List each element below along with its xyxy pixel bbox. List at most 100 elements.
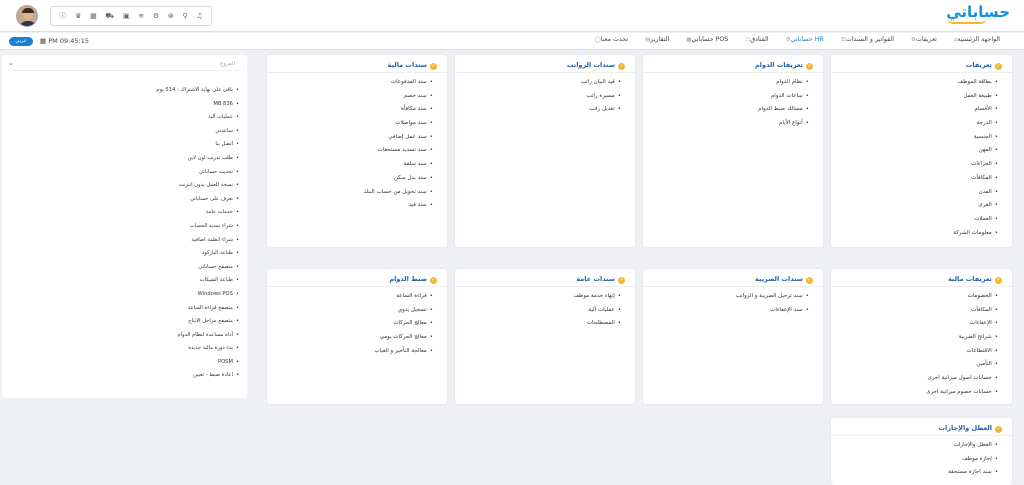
list-item[interactable]: مسيرة راتب	[581, 93, 621, 107]
list-item[interactable]: Windows POS	[157, 291, 239, 305]
list-item[interactable]: نسخة للعمل بدون انترنت	[157, 182, 239, 196]
nav-home[interactable]: ⌂الواجهة الرئيسية	[951, 36, 1000, 43]
nav-reports[interactable]: ▤التقارير	[642, 36, 669, 43]
user-avatar[interactable]	[16, 5, 38, 27]
card-title-text: تعريفات مالية	[947, 275, 992, 283]
list-item[interactable]: المكافآت	[926, 307, 998, 321]
list-item[interactable]: ساعدني	[157, 128, 239, 142]
list-item[interactable]: سند مواصلات	[364, 120, 433, 134]
bus-icon[interactable]: ▣	[123, 12, 130, 20]
list-item[interactable]: التأمين	[926, 361, 998, 375]
list-item[interactable]: سند الإعفاءات	[736, 307, 809, 321]
list-item[interactable]: الجنسية	[953, 134, 998, 148]
nav-invoices[interactable]: ☰الفواتير و السندات	[838, 36, 894, 43]
nav-pos[interactable]: ▦حساباتي POS	[683, 36, 728, 43]
list-item[interactable]: سند تحويل من حساب البنك	[364, 189, 433, 203]
list-item[interactable]: طباعة الشيكات	[157, 277, 239, 291]
card-title-text: سندات عامة	[576, 275, 615, 283]
list-item[interactable]: POSM	[157, 359, 239, 373]
close-circle-icon[interactable]: ⊗	[168, 12, 174, 20]
list-item[interactable]: حسابات خصوم ميزانية اخرى	[926, 389, 998, 403]
nav-chat[interactable]: ◯تحدث معنا	[592, 36, 628, 43]
list-item[interactable]: سند قيد	[364, 202, 433, 216]
list-item[interactable]: قراءة الساعة	[374, 293, 433, 307]
list-item[interactable]: المصطلحات	[573, 320, 621, 334]
list-item[interactable]: تحديث حساباتي	[157, 169, 239, 183]
list-item[interactable]: العملات	[953, 216, 998, 230]
list-item[interactable]: شراء انظمة اضافية	[157, 237, 239, 251]
info-icon[interactable]: ⓘ	[59, 11, 66, 21]
cart-icon[interactable]: ⛟	[105, 12, 114, 21]
list-item[interactable]: حسابات اصول ميزانية اخرى	[926, 375, 998, 389]
calculator-icon[interactable]: ▦	[90, 12, 97, 20]
nav-hotels[interactable]: ☖الفنادق	[742, 36, 768, 43]
list-item[interactable]: تعديل راتب	[581, 106, 621, 120]
branch-select[interactable]: الفروع ⌄	[8, 59, 241, 71]
notifications-icon[interactable]: ♫	[196, 12, 202, 20]
list-item[interactable]: إجازة موظف	[948, 456, 998, 470]
list-item[interactable]: بطاقة الموظف	[953, 79, 998, 93]
list-item[interactable]: سند سلفة	[364, 161, 433, 175]
list-item[interactable]: بدء دورة مالية جديدة	[157, 345, 239, 359]
list-item[interactable]: الجزاءات	[953, 161, 998, 175]
list-item[interactable]: سند مكافأة	[364, 106, 433, 120]
list-item[interactable]: متصفح حساباتي	[157, 264, 239, 278]
list-item[interactable]: عمليات آلية	[157, 114, 239, 128]
list-item[interactable]: أنواع الأيام	[758, 120, 809, 134]
list-item[interactable]: سند ترحيل الضريبة و الرواتب	[736, 293, 809, 307]
list-item[interactable]: القرى	[953, 202, 998, 216]
list-item[interactable]: ساعات الدوام	[758, 93, 809, 107]
language-button[interactable]: عربي	[9, 37, 33, 46]
list-item[interactable]: إنهاء خدمة موظف	[573, 293, 621, 307]
list-item[interactable]: متصفح قراءة الساعة	[157, 305, 239, 319]
list-item[interactable]: سند المدفوعات	[364, 79, 433, 93]
app-logo[interactable]: حساباتي	[946, 3, 1010, 24]
list-item[interactable]: الأقسام	[953, 106, 998, 120]
list-item[interactable]: العطل والإجازات	[948, 442, 998, 456]
list-item[interactable]: شراء تمديد الحساب	[157, 223, 239, 237]
list-item[interactable]: تعرف على حساباتي	[157, 196, 239, 210]
nav-hr[interactable]: ⚙حساباتي HR	[783, 36, 824, 43]
list-item[interactable]: عمليات آلية	[573, 307, 621, 321]
list-item[interactable]: سند خصم	[364, 93, 433, 107]
list-item[interactable]: أداة مساعدة لنظام الدوام	[157, 332, 239, 346]
list-item[interactable]: MB 836	[157, 101, 239, 115]
divider	[643, 72, 823, 73]
side-list: باقي على نهاية الاشتراك : 514 يوم MB 836…	[157, 87, 239, 386]
list-item[interactable]: معالجة التأخير و الغياب	[374, 348, 433, 362]
list-item[interactable]: معلومات الشركة	[953, 230, 998, 244]
list-item[interactable]: تسجيل يدوي	[374, 307, 433, 321]
database-icon[interactable]: ≋	[138, 12, 144, 20]
list-item[interactable]: سند عمل إضافي	[364, 134, 433, 148]
list-item[interactable]: شرائح الضريبة	[926, 334, 998, 348]
list-item[interactable]: المهن	[953, 147, 998, 161]
list-item[interactable]: الخصومات	[926, 293, 998, 307]
list-item[interactable]: باقي على نهاية الاشتراك : 514 يوم	[157, 87, 239, 101]
list-item[interactable]: الدرجة	[953, 120, 998, 134]
list-item[interactable]: المدن	[953, 189, 998, 203]
list-item[interactable]: معالج الحركات	[374, 320, 433, 334]
list-item[interactable]: مسالك ضبط الدوام	[758, 106, 809, 120]
link-icon[interactable]: ⚲	[182, 12, 187, 20]
list-item[interactable]: سند اجازة مستحقة	[948, 469, 998, 483]
list-item[interactable]: قيد البيان راتب	[581, 79, 621, 93]
gear-icon[interactable]: ⚙	[153, 12, 159, 20]
list-item[interactable]: طلب تدريب اون لاين	[157, 155, 239, 169]
list-item[interactable]: اعادة ضبط - تعيين	[157, 372, 239, 386]
list-item[interactable]: الاقتطاعات	[926, 348, 998, 362]
nav-definitions[interactable]: ⚙تعريفات	[908, 36, 937, 43]
list-item[interactable]: نظام الدوام	[758, 79, 809, 93]
list-item[interactable]: متصفح مراحل الانتاج	[157, 318, 239, 332]
list-item[interactable]: طباعة الباركود	[157, 250, 239, 264]
medal-icon[interactable]: ♛	[75, 12, 81, 20]
list-item[interactable]: سند تسديد مستحقات	[364, 147, 433, 161]
nav-label: الواجهة الرئيسية	[957, 36, 1000, 43]
chevron-down-icon[interactable]: ⌄	[8, 59, 14, 67]
list-item[interactable]: اتصل بنا	[157, 141, 239, 155]
list-item[interactable]: معالج الحركات يومي	[374, 334, 433, 348]
list-item[interactable]: طبيعة العمل	[953, 93, 998, 107]
list-item[interactable]: المكافآت	[953, 175, 998, 189]
list-item[interactable]: خدمات عامة	[157, 209, 239, 223]
list-item[interactable]: الإعفاءات	[926, 320, 998, 334]
list-item[interactable]: سند بدل سكن	[364, 175, 433, 189]
